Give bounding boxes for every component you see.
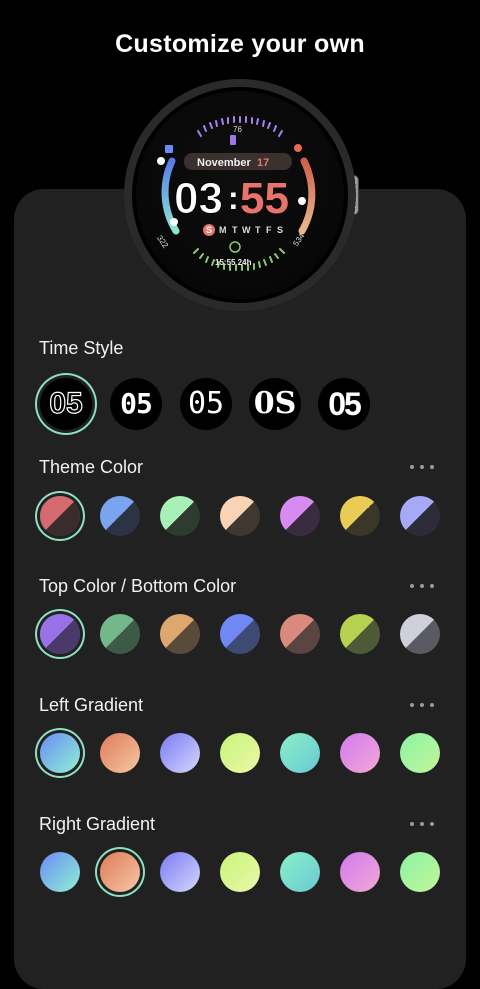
svg-text:T: T: [232, 225, 238, 235]
left-gradient-swatch-5[interactable]: [280, 733, 320, 773]
svg-text:S: S: [206, 225, 212, 235]
theme-color-swatch-2[interactable]: [100, 496, 140, 536]
right-gradient-swatch-3[interactable]: [160, 852, 200, 892]
time-style-option-2[interactable]: 05: [110, 378, 162, 430]
svg-text:W: W: [242, 225, 251, 235]
top-bottom-color-swatch-4[interactable]: [220, 614, 260, 654]
theme-color-swatch-3[interactable]: [160, 496, 200, 536]
time-minute: 55: [240, 174, 289, 223]
theme-color-swatches: [0, 490, 480, 542]
alarm-time: 15:55 24h: [215, 258, 252, 267]
left-gradient-swatch-1[interactable]: [40, 733, 80, 773]
watch-face: 76 November 17 03 : 55 S M T W T F S 322…: [124, 79, 356, 311]
calendar-icon: [165, 145, 173, 153]
top-bottom-color-swatch-1[interactable]: [40, 614, 80, 654]
top-bottom-color-swatch-7[interactable]: [400, 614, 440, 654]
page-title: Customize your own: [115, 30, 365, 58]
left-gradient-swatch-7[interactable]: [400, 733, 440, 773]
left-gradient-swatch-2[interactable]: [100, 733, 140, 773]
time-style-option-1[interactable]: 05: [40, 378, 92, 430]
top-bottom-color-swatch-5[interactable]: [280, 614, 320, 654]
right-gradient-swatch-4[interactable]: [220, 852, 260, 892]
top-bottom-color-more-button[interactable]: [408, 581, 436, 591]
theme-color-swatch-6[interactable]: [340, 496, 380, 536]
date-month: November: [197, 157, 252, 169]
theme-color-swatch-7[interactable]: [400, 496, 440, 536]
svg-text:T: T: [255, 225, 261, 235]
left-gradient-swatches: [0, 727, 480, 779]
theme-color-swatch-4[interactable]: [220, 496, 260, 536]
svg-text:F: F: [266, 225, 272, 235]
right-gradient-swatch-7[interactable]: [400, 852, 440, 892]
right-gradient-swatch-1[interactable]: [40, 852, 80, 892]
left-gradient-swatch-4[interactable]: [220, 733, 260, 773]
time-style-option-3[interactable]: 05: [180, 378, 232, 430]
left-gradient-more-button[interactable]: [408, 700, 436, 710]
theme-color-title: Theme Color: [39, 457, 144, 477]
right-gradient-swatch-5[interactable]: [280, 852, 320, 892]
right-gradient-swatches: [0, 846, 480, 898]
top-bottom-color-swatch-2[interactable]: [100, 614, 140, 654]
fire-icon: [294, 144, 302, 152]
theme-color-more-button[interactable]: [408, 462, 436, 472]
right-gradient-more-button[interactable]: [408, 819, 436, 829]
right-gradient-swatch-2[interactable]: [100, 852, 140, 892]
watch-preview: 76 November 17 03 : 55 S M T W T F S 322…: [120, 79, 360, 319]
left-gradient-swatch-6[interactable]: [340, 733, 380, 773]
svg-text:M: M: [219, 225, 227, 235]
top-bottom-color-swatches: [0, 608, 480, 660]
top-bottom-color-swatch-6[interactable]: [340, 614, 380, 654]
right-gradient-title: Right Gradient: [39, 814, 156, 834]
left-gradient-title: Left Gradient: [39, 695, 144, 715]
time-style-option-5[interactable]: 05: [318, 378, 370, 430]
top-value: 76: [233, 125, 242, 134]
right-gradient-swatch-6[interactable]: [340, 852, 380, 892]
theme-color-swatch-1[interactable]: [40, 496, 80, 536]
top-bottom-color-swatch-3[interactable]: [160, 614, 200, 654]
dot-icon: [157, 157, 165, 165]
battery-icon: [230, 135, 236, 145]
time-colon: :: [228, 180, 239, 216]
time-style-title: Time Style: [39, 338, 124, 358]
time-hour: 03: [174, 174, 223, 223]
top-bottom-color-title: Top Color / Bottom Color: [39, 576, 237, 596]
left-gradient-swatch-3[interactable]: [160, 733, 200, 773]
theme-color-swatch-5[interactable]: [280, 496, 320, 536]
date-day: 17: [257, 157, 269, 169]
svg-text:S: S: [277, 225, 283, 235]
time-style-option-4[interactable]: 0S: [249, 378, 301, 430]
